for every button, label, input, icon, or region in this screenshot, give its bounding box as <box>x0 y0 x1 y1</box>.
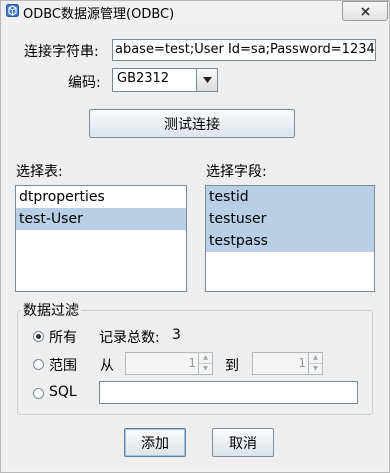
connection-string-label: 连接字符串: <box>24 44 99 60</box>
range-from-spin-buttons: ▲ ▼ <box>198 353 212 374</box>
encoding-selected-value: GB2312 <box>117 71 170 86</box>
title-bar: ODBC数据源管理(ODBC) <box>1 1 389 22</box>
spin-down-icon[interactable]: ▼ <box>199 364 212 375</box>
dialog-body: 连接字符串: abase=test;User Id=sa;Password=12… <box>7 25 383 467</box>
window-title: ODBC数据源管理(ODBC) <box>23 7 175 22</box>
range-from-spinner[interactable]: 1 ▲ ▼ <box>125 352 213 375</box>
cancel-button-label: 取消 <box>229 435 257 452</box>
range-to-label: 到 <box>225 358 239 374</box>
range-from-label: 从 <box>100 358 114 374</box>
encoding-label: 编码: <box>68 75 101 91</box>
filter-sql-label: SQL <box>49 384 77 400</box>
list-item-dtproperties[interactable]: dtproperties <box>16 186 186 208</box>
odbc-dialog: ODBC数据源管理(ODBC) 连接字符串: abase=test;User I… <box>0 0 390 473</box>
cancel-button[interactable]: 取消 <box>212 428 274 457</box>
record-count-value: 3 <box>172 327 181 343</box>
range-to-value: 1 <box>298 356 306 370</box>
range-from-value: 1 <box>188 356 196 370</box>
list-item-testpass[interactable]: testpass <box>206 230 374 252</box>
filter-sql-radio[interactable] <box>33 388 44 399</box>
test-connection-label: 测试连接 <box>164 116 220 133</box>
record-count-label: 记录总数: <box>99 330 160 346</box>
fields-list[interactable]: testid testuser testpass <box>205 185 375 292</box>
range-to-spinner[interactable]: 1 ▲ ▼ <box>252 352 323 375</box>
encoding-select[interactable]: GB2312 <box>112 68 218 92</box>
odbc-app-icon <box>6 4 19 17</box>
close-button[interactable] <box>342 1 388 21</box>
add-button-label: 添加 <box>141 435 169 452</box>
filter-range-label: 范围 <box>49 358 77 374</box>
test-connection-button[interactable]: 测试连接 <box>89 109 295 138</box>
filter-all-label: 所有 <box>49 330 77 346</box>
filter-all-radio[interactable] <box>33 331 44 342</box>
list-item-testuser[interactable]: testuser <box>206 208 374 230</box>
tables-label: 选择表: <box>16 164 63 180</box>
list-item-test-user[interactable]: test-User <box>16 208 186 230</box>
spin-up-icon[interactable]: ▲ <box>309 353 322 364</box>
encoding-dropdown-button[interactable] <box>196 69 217 91</box>
close-icon <box>360 6 370 16</box>
sql-input[interactable] <box>99 381 358 404</box>
fields-label: 选择字段: <box>206 164 267 180</box>
range-to-spin-buttons: ▲ ▼ <box>308 353 322 374</box>
filter-range-radio[interactable] <box>33 359 44 370</box>
data-filter-title: 数据过滤 <box>21 300 81 320</box>
tables-list[interactable]: dtproperties test-User <box>15 185 187 292</box>
connection-string-input[interactable]: abase=test;User Id=sa;Password=123456; <box>112 39 376 61</box>
list-item-testid[interactable]: testid <box>206 186 374 208</box>
add-button[interactable]: 添加 <box>124 428 186 457</box>
spin-up-icon[interactable]: ▲ <box>199 353 212 364</box>
chevron-down-icon <box>202 77 212 83</box>
spin-down-icon[interactable]: ▼ <box>309 364 322 375</box>
